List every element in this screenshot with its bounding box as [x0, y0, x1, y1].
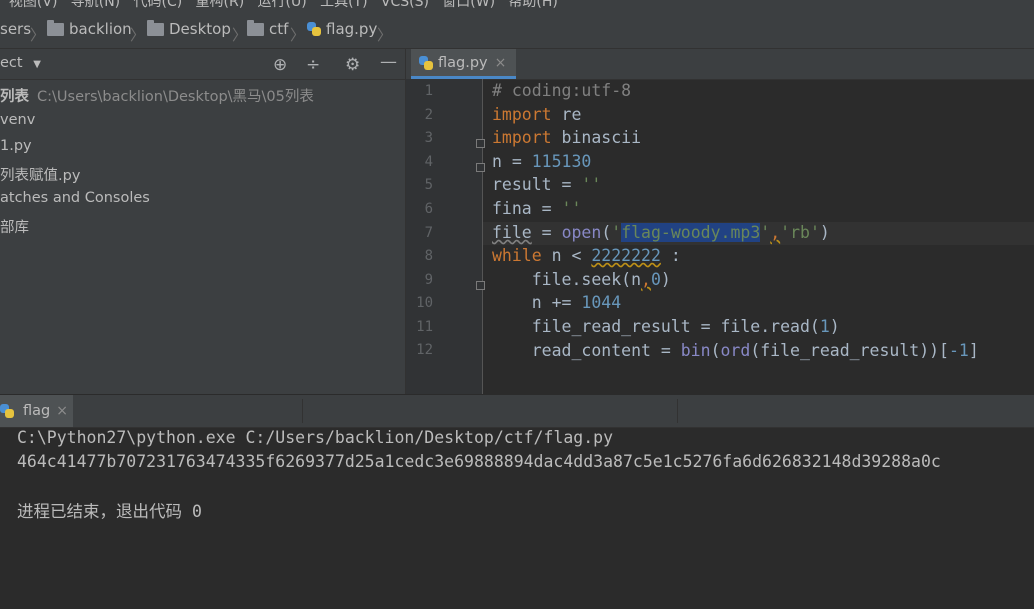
code-line-11[interactable]: file_read_result = file.read(1): [492, 317, 840, 336]
code-line-5[interactable]: result = '': [492, 175, 601, 194]
code-line-4[interactable]: n = 115130: [492, 152, 591, 171]
tree-item-list-assign-py[interactable]: 列表赋值.py: [0, 164, 80, 185]
breadcrumb-separator-icon: 〉: [30, 26, 46, 44]
breadcrumb-desktop[interactable]: Desktop: [147, 19, 231, 38]
close-tab-icon[interactable]: ×: [56, 403, 68, 419]
tree-item-1-py[interactable]: 1.py: [0, 138, 32, 154]
run-panel: flag × C:\Python27\python.exe C:/Users/b…: [0, 395, 1034, 609]
folder-icon: [247, 19, 264, 36]
folder-icon: [147, 19, 164, 36]
code-line-6[interactable]: fina = '': [492, 199, 581, 218]
code-line-8[interactable]: while n < 2222222 :: [492, 246, 681, 265]
line-number: 7: [424, 225, 433, 241]
breadcrumb-ctf[interactable]: ctf: [247, 19, 288, 38]
navigation-bar: sers 〉 backlion 〉 Desktop 〉 ctf 〉 flag.p…: [0, 10, 1034, 49]
tab-flag-py[interactable]: flag.py ×: [411, 49, 516, 79]
hide-panel-icon[interactable]: —: [380, 52, 397, 72]
fold-marker-icon[interactable]: [476, 163, 485, 172]
line-number: 6: [424, 201, 433, 217]
tree-item-external-libraries[interactable]: 部库: [0, 216, 29, 237]
selected-text: flag-woody.mp3: [621, 223, 761, 242]
dropdown-arrow-icon[interactable]: ▼: [33, 59, 41, 70]
tree-item-venv[interactable]: venv: [0, 112, 35, 128]
editor-panel: flag.py × 1 2 3 4 5 6 7 8 9 10 11 12 # c…: [406, 49, 1034, 394]
line-number-gutter: 1 2 3 4 5 6 7 8 9 10 11 12: [406, 79, 485, 394]
breadcrumb-backlion[interactable]: backlion: [47, 19, 132, 38]
run-tab-bar: flag ×: [0, 395, 1034, 428]
line-number: 9: [424, 272, 433, 288]
menu-bar-text[interactable]: 视图(V) 导航(N) 代码(C) 重构(R) 运行(U) 工具(T) VCS(…: [0, 0, 558, 10]
breadcrumb-users[interactable]: sers: [0, 20, 31, 38]
code-line-9[interactable]: file.seek(n,0): [492, 270, 671, 289]
code-line-12[interactable]: read_content = bin(ord(file_read_result)…: [492, 341, 979, 360]
code-line-3[interactable]: import binascii: [492, 128, 641, 147]
tree-item-scratches[interactable]: atches and Consoles: [0, 190, 150, 206]
breadcrumb-separator-icon: 〉: [377, 26, 393, 44]
code-line-10[interactable]: n += 1044: [492, 293, 621, 312]
breadcrumb-flag-py[interactable]: flag.py: [307, 20, 377, 38]
code-line-7[interactable]: file = open('flag-woody.mp3','rb'): [492, 223, 830, 242]
project-view-selector[interactable]: ect ▼: [0, 55, 41, 71]
console-output: 464c41477b707231763474335f6269377d25a1ce…: [17, 452, 941, 471]
locate-icon[interactable]: ⊕: [273, 55, 287, 75]
fold-marker-icon[interactable]: [476, 139, 485, 148]
console-exit-message: 进程已结束，退出代码 0: [17, 502, 202, 521]
python-file-icon: [307, 22, 321, 36]
gear-icon[interactable]: ⚙: [345, 55, 360, 75]
breadcrumb-separator-icon: 〉: [290, 26, 306, 44]
divider: [302, 399, 303, 423]
line-number: 11: [416, 319, 433, 335]
collapse-all-icon[interactable]: ÷: [306, 55, 320, 75]
editor-tab-bar: flag.py ×: [406, 49, 1034, 80]
code-line-1[interactable]: # coding:utf-8: [492, 81, 631, 100]
tree-item-list-folder[interactable]: 列表 C:\Users\backlion\Desktop\黑马\05列表: [0, 85, 314, 106]
line-number: 4: [424, 154, 433, 170]
python-file-icon: [419, 55, 433, 70]
line-number: 2: [424, 107, 433, 123]
console-command: C:\Python27\python.exe C:/Users/backlion…: [17, 428, 614, 447]
line-number: 3: [424, 130, 433, 146]
line-number: 8: [424, 248, 433, 264]
breadcrumb-separator-icon: 〉: [130, 26, 146, 44]
folder-icon: [47, 19, 64, 36]
code-line-2[interactable]: import re: [492, 105, 581, 124]
line-number: 12: [416, 342, 433, 358]
menu-bar[interactable]: 视图(V) 导航(N) 代码(C) 重构(R) 运行(U) 工具(T) VCS(…: [0, 0, 1034, 10]
line-number: 10: [416, 295, 433, 311]
line-number: 1: [424, 83, 433, 99]
project-panel-header: ect ▼ ⊕ ÷ ⚙ —: [0, 49, 405, 80]
fold-marker-icon[interactable]: [476, 281, 485, 290]
python-run-icon: [0, 404, 14, 418]
breadcrumb-separator-icon: 〉: [232, 26, 248, 44]
run-tab-flag[interactable]: flag ×: [0, 395, 73, 427]
divider: [677, 399, 678, 423]
line-number: 5: [424, 177, 433, 193]
project-panel: ect ▼ ⊕ ÷ ⚙ — 列表 C:\Users\backlion\Deskto…: [0, 49, 406, 394]
close-tab-icon[interactable]: ×: [495, 55, 507, 71]
